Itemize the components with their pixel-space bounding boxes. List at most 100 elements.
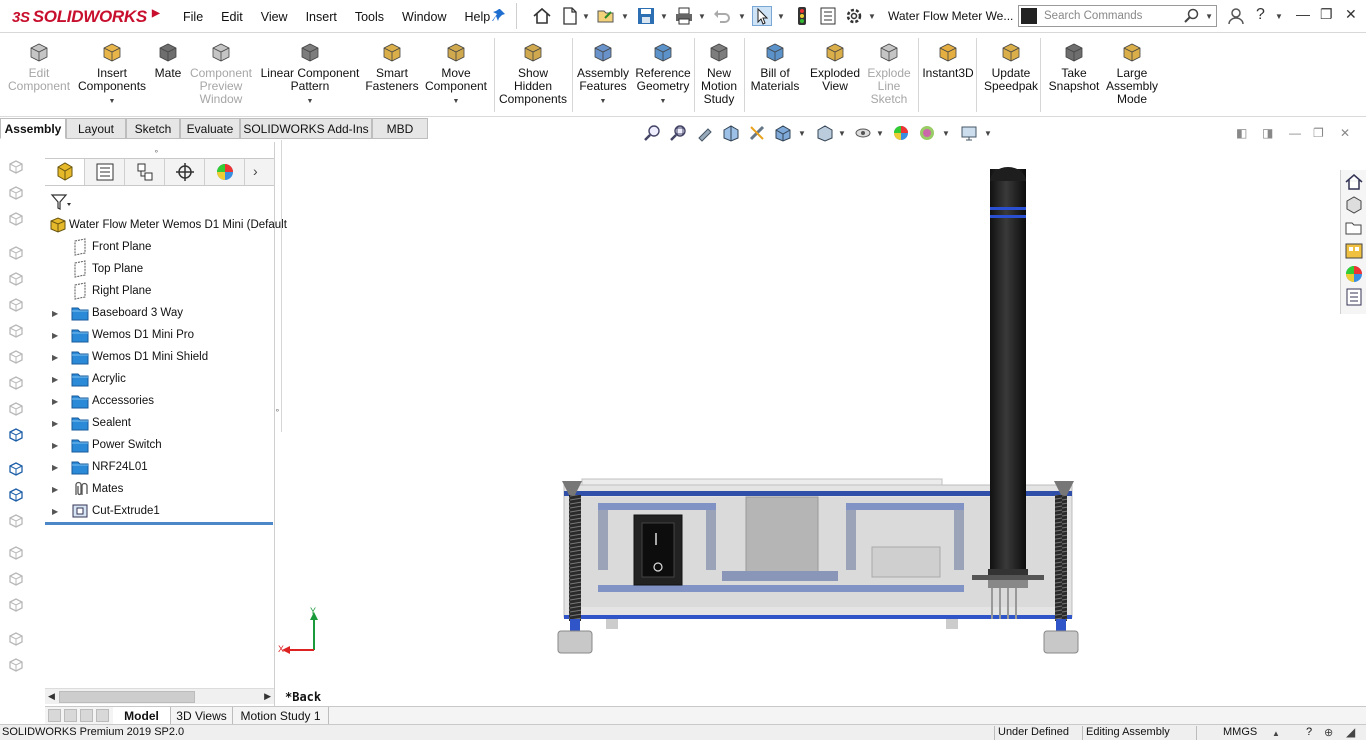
custom-properties-icon[interactable] xyxy=(1344,287,1364,307)
shortcut-tool-icon[interactable] xyxy=(7,270,25,288)
chevron-down-icon[interactable]: ▼ xyxy=(876,129,884,138)
hide-show-items-icon[interactable] xyxy=(854,124,872,142)
tab-mbd[interactable]: MBD xyxy=(372,118,428,139)
ribbon-mate-button[interactable]: Mate xyxy=(148,33,188,117)
shortcut-tool-icon[interactable] xyxy=(7,184,25,202)
search-commands[interactable]: Search Commands ▼ xyxy=(1018,5,1217,27)
section-view-icon[interactable] xyxy=(722,124,740,142)
expand-arrow-icon[interactable]: ▶ xyxy=(52,397,58,406)
chevron-right-icon[interactable]: › xyxy=(253,163,258,179)
tree-item[interactable]: ▶ Mates xyxy=(45,478,274,500)
menu-edit[interactable]: Edit xyxy=(212,10,252,24)
shortcut-tool-icon[interactable] xyxy=(7,210,25,228)
tree-item[interactable]: ▶ Wemos D1 Mini Shield xyxy=(45,346,274,368)
appearances-scenes-icon[interactable] xyxy=(1344,264,1364,284)
apply-scene-icon[interactable] xyxy=(918,124,936,142)
tree-item[interactable]: ▶ Power Switch xyxy=(45,434,274,456)
menu-view[interactable]: View xyxy=(252,10,297,24)
zoom-to-fit-icon[interactable] xyxy=(644,124,662,142)
panel-splitter[interactable]: ⚬ xyxy=(274,140,282,432)
tab-evaluate[interactable]: Evaluate xyxy=(180,118,240,139)
tab-motion-study-1[interactable]: Motion Study 1 xyxy=(233,707,329,725)
ribbon-instant3d-button[interactable]: Instant3D xyxy=(918,33,978,117)
shortcut-tool-icon[interactable] xyxy=(7,374,25,392)
tree-item[interactable]: Top Plane xyxy=(45,258,274,280)
file-explorer-icon[interactable] xyxy=(1344,218,1364,238)
tree-item[interactable]: ▶ Accessories xyxy=(45,390,274,412)
quick-tips-icon[interactable]: ? xyxy=(1306,726,1312,738)
rebuild-traffic-light-icon[interactable] xyxy=(792,6,812,26)
select-pointer-icon[interactable] xyxy=(752,6,772,26)
ribbon-update-speedpak-button[interactable]: Update Speedpak xyxy=(984,33,1038,117)
ribbon-bill-of-materials-button[interactable]: Bill of Materials xyxy=(748,33,802,117)
first-tab-icon[interactable] xyxy=(48,709,61,722)
shortcut-tool-icon[interactable] xyxy=(7,460,25,478)
scrollbar-thumb[interactable] xyxy=(59,691,195,703)
edit-appearance-icon[interactable] xyxy=(892,124,910,142)
chevron-down-icon[interactable]: ▼ xyxy=(838,129,846,138)
tab-configuration-manager[interactable] xyxy=(125,159,165,185)
dynamic-annotation-icon[interactable] xyxy=(748,124,766,142)
minimize-icon[interactable]: — xyxy=(1296,6,1310,22)
ribbon-reference-geometry-button[interactable]: Reference Geometry ▼ xyxy=(632,33,694,117)
search-scope-icon[interactable] xyxy=(1021,8,1037,24)
tab-dimxpert-manager[interactable] xyxy=(165,159,205,185)
tree-item[interactable]: ▶ Sealent xyxy=(45,412,274,434)
chevron-down-icon[interactable]: ▼ xyxy=(1205,12,1213,21)
shortcut-tool-icon[interactable] xyxy=(7,512,25,530)
chevron-down-icon[interactable]: ▼ xyxy=(868,12,876,21)
chevron-down-icon[interactable]: ▼ xyxy=(582,12,590,21)
expand-arrow-icon[interactable]: ▶ xyxy=(52,507,58,516)
chevron-down-icon[interactable]: ▼ xyxy=(777,12,785,21)
tab-layout[interactable]: Layout xyxy=(66,118,126,139)
search-icon[interactable] xyxy=(1184,8,1200,27)
menu-file[interactable]: File xyxy=(174,10,212,24)
shortcut-tool-icon[interactable] xyxy=(7,244,25,262)
split-view-left-icon[interactable]: ◧ xyxy=(1236,126,1247,140)
menu-window[interactable]: Window xyxy=(393,10,455,24)
chevron-down-icon[interactable]: ▼ xyxy=(738,12,746,21)
shortcut-tool-icon[interactable] xyxy=(7,348,25,366)
viewport-close-icon[interactable]: ✕ xyxy=(1340,126,1350,140)
filter-icon[interactable] xyxy=(50,193,72,211)
split-view-right-icon[interactable]: ◨ xyxy=(1262,126,1273,140)
shortcut-tool-icon[interactable] xyxy=(7,486,25,504)
shortcut-tool-icon[interactable] xyxy=(7,400,25,418)
ribbon-exploded-view-button[interactable]: Exploded View xyxy=(806,33,864,117)
tab-model[interactable]: Model xyxy=(113,707,171,725)
expand-arrow-icon[interactable]: ▶ xyxy=(52,463,58,472)
last-tab-icon[interactable] xyxy=(96,709,109,722)
open-folder-icon[interactable] xyxy=(596,6,616,26)
print-icon[interactable] xyxy=(674,6,694,26)
zoom-to-area-icon[interactable] xyxy=(670,124,688,142)
tree-item[interactable]: ▶ Cut-Extrude1 xyxy=(45,500,274,522)
tab-solidworks-add-ins[interactable]: SOLIDWORKS Add-Ins xyxy=(240,118,372,139)
chevron-down-icon[interactable]: ▼ xyxy=(660,12,668,21)
ribbon-edit-component-button[interactable]: Edit Component xyxy=(8,33,70,117)
shortcut-tool-icon[interactable] xyxy=(7,544,25,562)
ribbon-assembly-features-button[interactable]: Assembly Features ▼ xyxy=(574,33,632,117)
shortcut-tool-icon[interactable] xyxy=(7,596,25,614)
next-tab-icon[interactable] xyxy=(80,709,93,722)
user-icon[interactable] xyxy=(1226,6,1246,26)
pin-icon[interactable] xyxy=(492,8,506,25)
expand-arrow-icon[interactable]: ▶ xyxy=(52,309,58,318)
chevron-down-icon[interactable]: ▼ xyxy=(424,95,488,108)
chevron-down-icon[interactable]: ▼ xyxy=(621,12,629,21)
previous-tab-icon[interactable] xyxy=(64,709,77,722)
display-style-icon[interactable] xyxy=(816,124,834,142)
horizontal-scrollbar[interactable]: ◀ ▶ xyxy=(45,688,274,704)
close-icon[interactable]: ✕ xyxy=(1345,6,1357,23)
tree-item[interactable]: Front Plane xyxy=(45,236,274,258)
panel-collapse-icon[interactable]: ⚬ xyxy=(153,147,160,156)
resize-grip-icon[interactable]: ◢ xyxy=(1346,725,1355,739)
expand-arrow-icon[interactable]: ▶ xyxy=(52,441,58,450)
new-document-icon[interactable] xyxy=(560,6,580,26)
search-input[interactable]: Search Commands xyxy=(1044,10,1142,22)
design-library-icon[interactable] xyxy=(1344,195,1364,215)
chevron-down-icon[interactable]: ▼ xyxy=(942,129,950,138)
file-properties-icon[interactable] xyxy=(818,6,838,26)
tab-sketch[interactable]: Sketch xyxy=(126,118,180,139)
ribbon-large-assembly-mode-button[interactable]: Large Assembly Mode xyxy=(1104,33,1160,117)
tab-3d-views[interactable]: 3D Views xyxy=(171,707,233,725)
